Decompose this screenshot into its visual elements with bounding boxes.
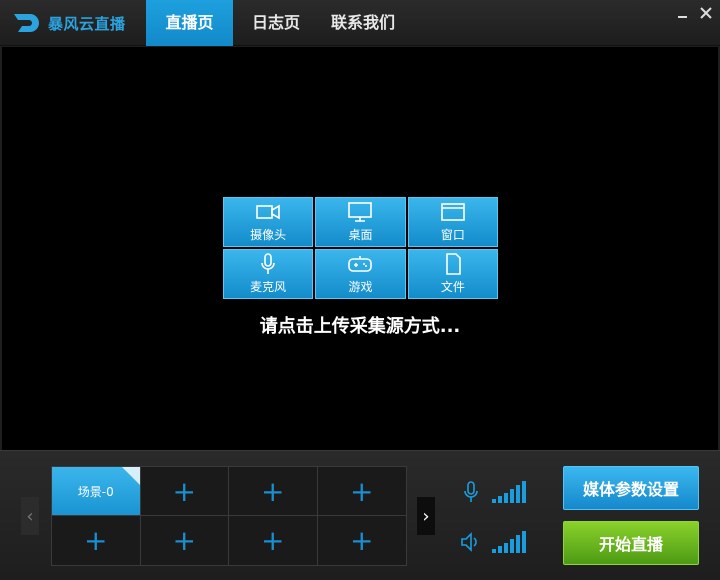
source-desktop-label: 桌面	[348, 228, 373, 242]
level-bar	[522, 481, 526, 503]
logo-icon	[14, 14, 39, 32]
window-icon	[441, 203, 465, 221]
add-scene-button[interactable]: +	[140, 467, 229, 516]
source-game-label: 游戏	[348, 280, 373, 294]
microphone-icon[interactable]	[460, 481, 482, 503]
monitor-icon	[348, 202, 373, 222]
level-bar	[492, 499, 496, 503]
level-bar	[510, 489, 514, 503]
tab-live[interactable]: 直播页	[146, 0, 233, 46]
source-microphone-button[interactable]: 麦克风	[223, 249, 314, 299]
add-scene-button[interactable]: +	[140, 516, 229, 565]
level-bar	[492, 549, 496, 553]
source-file-button[interactable]: 文件	[407, 249, 498, 299]
media-settings-button[interactable]: 媒体参数设置	[563, 466, 699, 510]
source-camera-label: 摄像头	[250, 228, 287, 242]
plus-icon: +	[350, 474, 374, 508]
plus-icon: +	[350, 524, 374, 557]
scene-next-button[interactable]: ›	[417, 497, 435, 535]
microphone-icon	[261, 253, 275, 274]
level-bar	[510, 539, 514, 553]
level-bar	[498, 496, 502, 503]
source-prompt: 请点击上传采集源方式...	[259, 316, 461, 337]
mic-meter	[460, 481, 526, 503]
tab-contact[interactable]: 联系我们	[322, 0, 404, 46]
source-file-label: 文件	[440, 280, 465, 294]
plus-icon: +	[172, 474, 196, 508]
scene-grid: 场景-0 + + + + + + +	[51, 466, 407, 566]
add-scene-button[interactable]: +	[52, 516, 141, 565]
level-bar	[522, 531, 526, 553]
level-bar	[498, 546, 502, 553]
minimize-icon[interactable]	[674, 4, 692, 22]
plus-icon: +	[261, 524, 285, 557]
add-scene-button[interactable]: +	[229, 467, 318, 516]
source-microphone-label: 麦克风	[250, 280, 287, 294]
source-camera-button[interactable]: 摄像头	[223, 197, 314, 247]
start-live-button[interactable]: 开始直播	[563, 521, 699, 565]
source-desktop-button[interactable]: 桌面	[315, 197, 406, 247]
preview-area: 摄像头 桌面 窗口 麦克风 游戏 文件 请点击上传采集源方式...	[2, 47, 718, 450]
plus-icon: +	[261, 474, 285, 508]
file-icon	[446, 253, 461, 275]
source-selector: 摄像头 桌面 窗口 麦克风 游戏 文件	[223, 197, 498, 299]
source-window-button[interactable]: 窗口	[407, 197, 498, 247]
control-bar: ‹ 场景-0 + + + + + + + › 媒体参数设置 开始直播	[0, 450, 720, 580]
tab-log[interactable]: 日志页	[241, 0, 311, 46]
source-window-label: 窗口	[440, 228, 465, 242]
scene-corner-mark	[121, 467, 140, 485]
level-bar	[504, 493, 508, 503]
app-logo: 暴风云直播	[12, 9, 126, 37]
add-scene-button[interactable]: +	[317, 467, 406, 516]
source-game-button[interactable]: 游戏	[315, 249, 406, 299]
chevron-right-icon: ›	[422, 505, 430, 527]
plus-icon: +	[84, 524, 108, 557]
app-name: 暴风云直播	[48, 14, 126, 33]
close-icon[interactable]	[697, 4, 715, 22]
scene-prev-button[interactable]: ‹	[21, 497, 39, 535]
speaker-icon[interactable]	[460, 531, 482, 553]
add-scene-button[interactable]: +	[317, 516, 406, 565]
speaker-level-bars	[492, 531, 526, 553]
level-bar	[504, 543, 508, 553]
plus-icon: +	[172, 524, 196, 557]
title-bar: 暴风云直播 直播页 日志页 联系我们	[0, 0, 720, 46]
scene-label: 场景-0	[77, 484, 114, 499]
scene-item[interactable]: 场景-0	[52, 467, 141, 516]
camera-icon	[256, 204, 280, 220]
level-bar	[516, 535, 520, 553]
level-bar	[516, 485, 520, 503]
mic-level-bars	[492, 481, 526, 503]
gamepad-icon	[348, 256, 373, 272]
add-scene-button[interactable]: +	[229, 516, 318, 565]
chevron-left-icon: ‹	[26, 505, 34, 527]
speaker-meter	[460, 531, 526, 553]
